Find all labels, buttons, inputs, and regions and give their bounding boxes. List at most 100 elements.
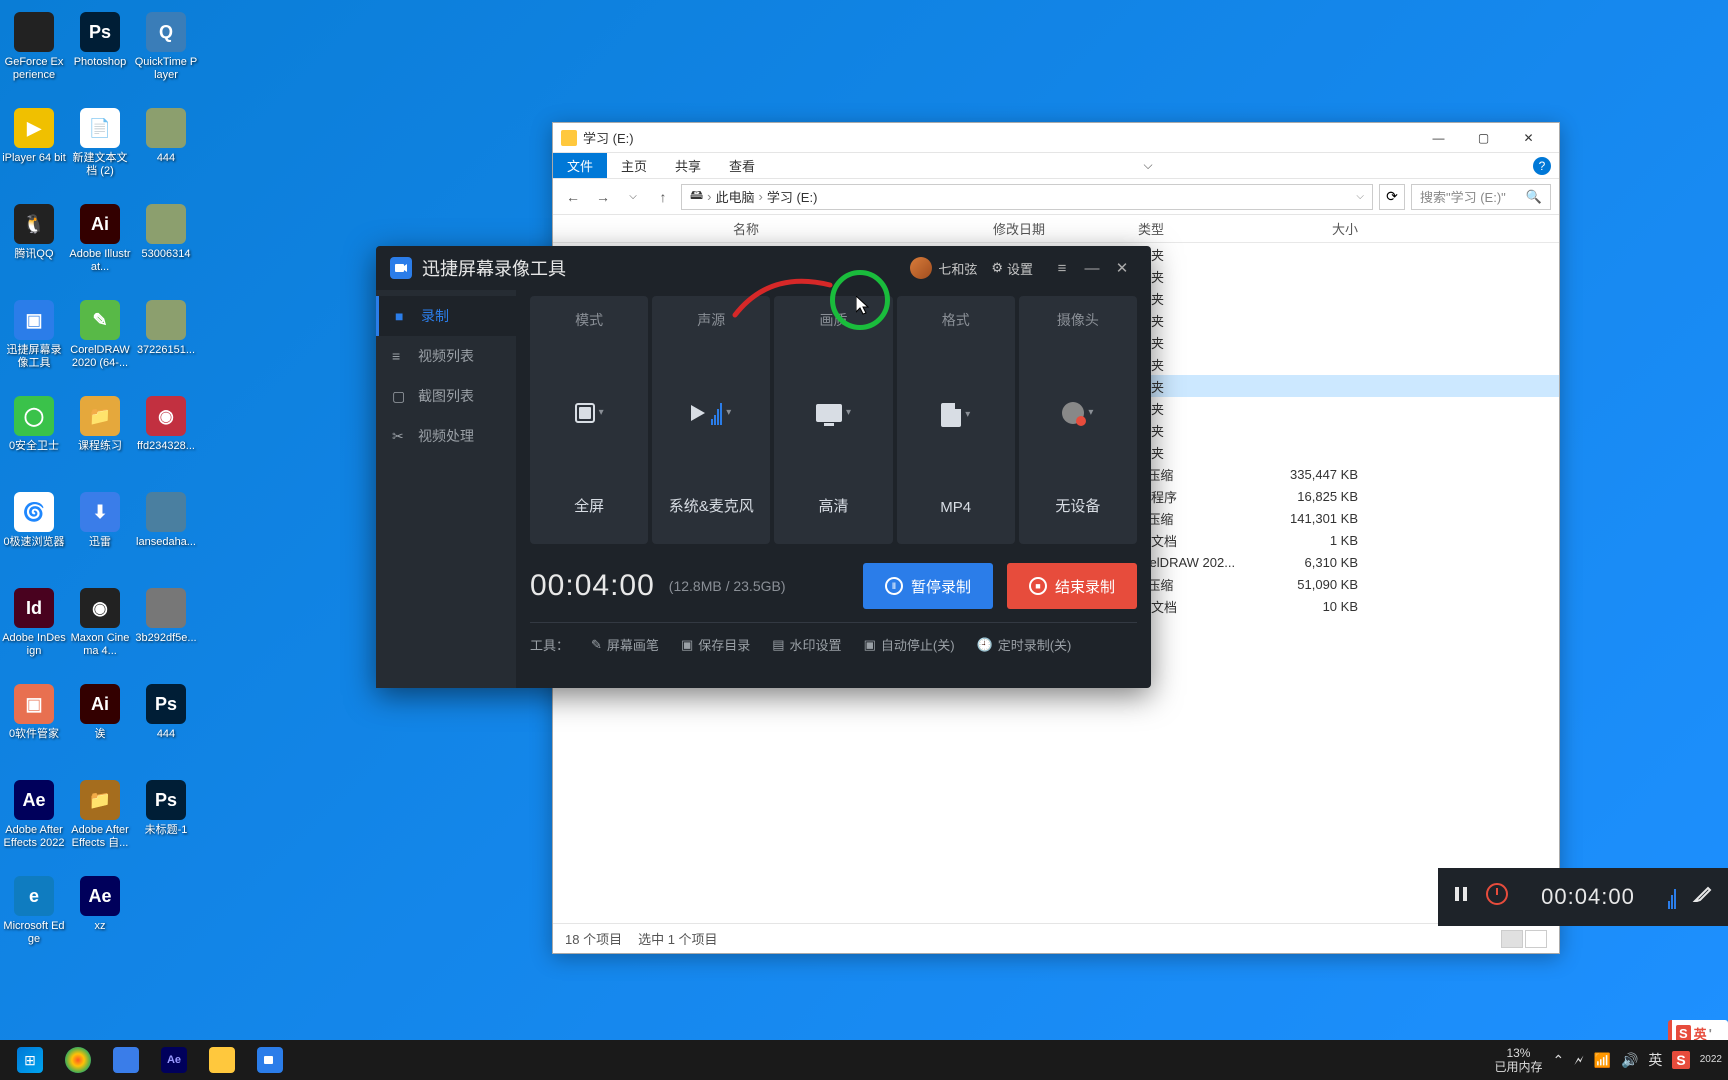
nav-back[interactable]: ← xyxy=(561,185,585,209)
sidebar-item-截图列表[interactable]: ▢截图列表 xyxy=(376,376,516,416)
chevron-down-icon: ▾ xyxy=(965,409,970,420)
col-type[interactable]: 类型 xyxy=(1128,215,1248,242)
pause-record-button[interactable]: Ⅱ 暂停录制 xyxy=(863,563,993,609)
taskbar-recorder[interactable] xyxy=(246,1040,294,1080)
search-box[interactable]: 搜索"学习 (E:)" 🔍 xyxy=(1411,184,1551,210)
autostop-icon: ▣ xyxy=(864,637,876,653)
col-size[interactable]: 大小 xyxy=(1248,215,1368,242)
col-date[interactable]: 修改日期 xyxy=(983,215,1128,242)
address-bar[interactable]: 🖴 › 此电脑 › 学习 (E:) ⌵ xyxy=(681,184,1373,210)
desktop-icon[interactable]: AiAdobe Illustrat... xyxy=(68,204,132,284)
col-name[interactable]: 名称 xyxy=(723,215,983,242)
desktop-icon[interactable]: 📁Adobe After Effects 自... xyxy=(68,780,132,860)
tool-pen[interactable]: ✎屏幕画笔 xyxy=(591,635,659,654)
desktop-icon[interactable]: lansedaha... xyxy=(134,492,198,572)
desktop-icon[interactable]: ◯0安全卫士 xyxy=(2,396,66,476)
desktop-icon[interactable]: ◉Maxon Cinema 4... xyxy=(68,588,132,668)
mini-draw-button[interactable] xyxy=(1692,883,1714,911)
nav-up[interactable]: ↑ xyxy=(651,185,675,209)
status-bar: 18 个项目 选中 1 个项目 xyxy=(553,923,1559,953)
desktop-icon[interactable]: Aexz xyxy=(68,876,132,956)
option-cards: 模式 ▾ 全屏 声源 ▾ 系统&麦克风 画质 ▾ 高清 格式 ▾ MP4 摄像头… xyxy=(530,296,1137,544)
tool-autostop[interactable]: ▣自动停止(关) xyxy=(864,635,955,654)
mini-stop-button[interactable] xyxy=(1486,883,1508,911)
dropdown-icon[interactable]: ⌵ xyxy=(1356,191,1364,202)
desktop-icon[interactable]: ▶iPlayer 64 bit xyxy=(2,108,66,188)
help-button[interactable]: ? xyxy=(1533,157,1551,175)
sogou-tray-icon[interactable]: S xyxy=(1672,1051,1689,1069)
desktop-icon[interactable]: AeAdobe After Effects 2022 xyxy=(2,780,66,860)
sidebar-item-录制[interactable]: ■录制 xyxy=(376,296,516,336)
desktop-icon[interactable]: 3b292df5e... xyxy=(134,588,198,668)
minimize-button[interactable]: — xyxy=(1077,253,1107,283)
memory-stat[interactable]: 13% 已用内存 xyxy=(1494,1046,1542,1075)
tool-schedule[interactable]: 🕘定时录制(关) xyxy=(977,635,1072,654)
card-value: 系统&麦克风 xyxy=(669,495,754,516)
sidebar-item-视频列表[interactable]: ≡视频列表 xyxy=(376,336,516,376)
sidebar-item-视频处理[interactable]: ✂视频处理 xyxy=(376,416,516,456)
tool-dir[interactable]: ▣保存目录 xyxy=(681,635,750,654)
nav-recent[interactable]: ⌵ xyxy=(621,185,645,209)
wifi-icon[interactable]: 📶 xyxy=(1594,1052,1611,1069)
minimize-button[interactable]: — xyxy=(1416,123,1461,153)
desktop-icon[interactable]: 📄新建文本文档 (2) xyxy=(68,108,132,188)
taskbar-cortana[interactable] xyxy=(54,1040,102,1080)
close-button[interactable]: ✕ xyxy=(1107,253,1137,283)
power-icon[interactable]: 🗲 xyxy=(1574,1052,1583,1069)
desktop-icon[interactable]: ◉ffd234328... xyxy=(134,396,198,476)
desktop-icon[interactable]: QQuickTime Player xyxy=(134,12,198,92)
view-icons[interactable] xyxy=(1525,930,1547,948)
tab-view[interactable]: 查看 xyxy=(715,153,769,178)
tab-file[interactable]: 文件 xyxy=(553,153,607,178)
desktop-icon[interactable]: 37226151... xyxy=(134,300,198,380)
taskbar-explorer[interactable] xyxy=(198,1040,246,1080)
desktop-icon[interactable]: Ai诶 xyxy=(68,684,132,764)
stop-label: 结束录制 xyxy=(1055,576,1115,597)
desktop-icon[interactable]: eMicrosoft Edge xyxy=(2,876,66,956)
chevron-up-icon[interactable]: ⌃ xyxy=(1552,1052,1564,1069)
desktop-icon[interactable]: ✎CorelDRAW 2020 (64-... xyxy=(68,300,132,380)
clock[interactable]: 2022 xyxy=(1700,1054,1722,1066)
desktop-icon[interactable]: 🐧腾讯QQ xyxy=(2,204,66,284)
option-card-声源[interactable]: 声源 ▾ 系统&麦克风 xyxy=(652,296,770,544)
desktop-icon[interactable]: 444 xyxy=(134,108,198,188)
desktop-icon[interactable]: PsPhotoshop xyxy=(68,12,132,92)
desktop-icon[interactable]: Ps444 xyxy=(134,684,198,764)
volume-icon[interactable]: 🔊 xyxy=(1621,1052,1638,1069)
maximize-button[interactable]: ▢ xyxy=(1461,123,1506,153)
option-card-模式[interactable]: 模式 ▾ 全屏 xyxy=(530,296,648,544)
desktop-icon[interactable]: 📁课程练习 xyxy=(68,396,132,476)
nav-forward[interactable]: → xyxy=(591,185,615,209)
desktop-icon[interactable]: Ps未标题-1 xyxy=(134,780,198,860)
desktop-icon[interactable]: IdAdobe InDesign xyxy=(2,588,66,668)
tab-share[interactable]: 共享 xyxy=(661,153,715,178)
stop-record-button[interactable]: ■ 结束录制 xyxy=(1007,563,1137,609)
desktop-icon[interactable]: ▣0软件管家 xyxy=(2,684,66,764)
taskbar-aftereffects[interactable]: Ae xyxy=(150,1040,198,1080)
breadcrumb-drive[interactable]: 学习 (E:) xyxy=(767,187,818,206)
desktop-icon[interactable]: 53006314 xyxy=(134,204,198,284)
taskbar-app1[interactable] xyxy=(102,1040,150,1080)
view-details[interactable] xyxy=(1501,930,1523,948)
desktop-icon[interactable]: GeForce Experience xyxy=(2,12,66,92)
desktop-icon[interactable]: ⬇迅雷 xyxy=(68,492,132,572)
ribbon-collapse[interactable]: ⌵ xyxy=(1143,158,1152,173)
refresh-button[interactable]: ⟳ xyxy=(1379,184,1405,210)
ime-icon[interactable]: 英 xyxy=(1648,1050,1662,1070)
mini-pause-button[interactable] xyxy=(1452,885,1470,909)
user-avatar[interactable] xyxy=(910,257,932,279)
user-name[interactable]: 七和弦 xyxy=(938,259,977,278)
breadcrumb-pc[interactable]: 此电脑 xyxy=(715,187,754,206)
list-icon: ≡ xyxy=(392,348,408,364)
tool-watermark[interactable]: ▤水印设置 xyxy=(772,635,841,654)
settings-button[interactable]: ⚙ 设置 xyxy=(991,259,1033,278)
desktop-icon[interactable]: ▣迅捷屏幕录像工具 xyxy=(2,300,66,380)
menu-button[interactable]: ≡ xyxy=(1047,253,1077,283)
start-button[interactable]: ⊞ xyxy=(6,1040,54,1080)
option-card-格式[interactable]: 格式 ▾ MP4 xyxy=(897,296,1015,544)
tab-home[interactable]: 主页 xyxy=(607,153,661,178)
option-card-摄像头[interactable]: 摄像头 ▾ 无设备 xyxy=(1019,296,1137,544)
desktop-icon[interactable]: 🌀0极速浏览器 xyxy=(2,492,66,572)
option-card-画质[interactable]: 画质 ▾ 高清 xyxy=(774,296,892,544)
close-button[interactable]: ✕ xyxy=(1506,123,1551,153)
